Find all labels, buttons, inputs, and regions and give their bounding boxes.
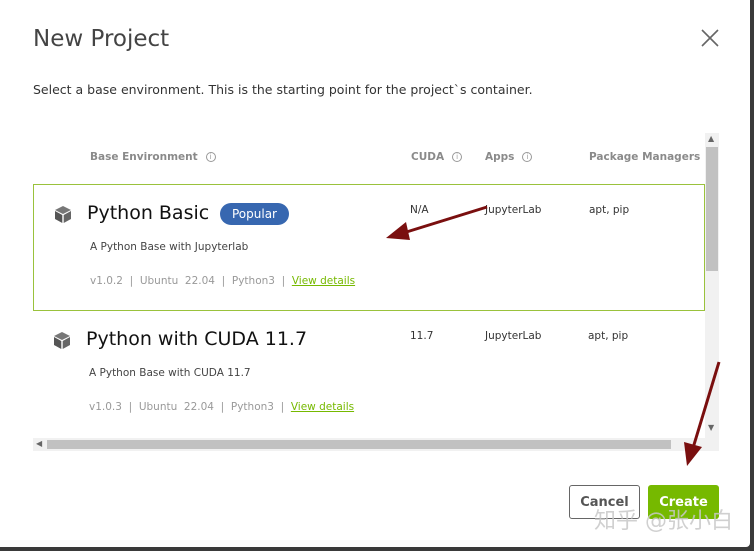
scroll-down-icon[interactable]: ▼: [708, 423, 714, 432]
scroll-up-icon[interactable]: ▲: [708, 134, 714, 143]
popular-badge: Popular: [220, 203, 289, 225]
dialog-subtitle: Select a base environment. This is the s…: [33, 82, 533, 97]
header-package-managers: Package Managers: [589, 151, 701, 163]
new-project-dialog: New Project Select a base environment. T…: [0, 0, 750, 547]
header-label: Apps: [485, 151, 515, 163]
cube-icon: [54, 332, 70, 349]
environment-description: A Python Base with CUDA 11.7: [89, 367, 251, 379]
environment-meta: v1.0.2 | Ubuntu 22.04 | Python3 | View d…: [90, 275, 355, 287]
cuda-value: 11.7: [410, 330, 434, 342]
table-row-python-cuda[interactable]: Python with CUDA 11.7 A Python Base with…: [33, 311, 705, 437]
apps-value: JupyterLab: [485, 204, 542, 216]
view-details-link[interactable]: View details: [292, 275, 355, 287]
apps-value: JupyterLab: [485, 330, 542, 342]
header-apps: Apps i: [485, 151, 533, 163]
environment-meta: v1.0.3 | Ubuntu 22.04 | Python3 | View d…: [89, 401, 354, 413]
horizontal-scrollbar[interactable]: ◀: [33, 438, 719, 451]
header-cuda: CUDA i: [411, 151, 463, 163]
vertical-scroll-thumb[interactable]: [706, 147, 718, 271]
table-row-python-basic[interactable]: Python Basic Popular A Python Base with …: [33, 184, 705, 311]
cuda-value: N/A: [410, 204, 429, 216]
info-icon[interactable]: i: [452, 152, 463, 162]
header-label: CUDA: [411, 151, 445, 163]
info-icon[interactable]: i: [522, 152, 533, 162]
meta-text: v1.0.2 | Ubuntu 22.04 | Python3 |: [90, 275, 292, 287]
close-icon[interactable]: [698, 26, 722, 50]
package-managers-value: apt, pip: [589, 204, 630, 216]
dialog-title: New Project: [33, 26, 170, 52]
header-label: Base Environment: [90, 151, 198, 163]
environment-name: Python Basic: [87, 202, 210, 224]
vertical-scrollbar[interactable]: ▲ ▼: [705, 133, 719, 438]
environment-name: Python with CUDA 11.7: [86, 328, 308, 350]
package-managers-value: apt, pip: [588, 330, 629, 342]
cube-icon: [55, 206, 71, 223]
environment-description: A Python Base with Jupyterlab: [90, 241, 249, 253]
info-icon[interactable]: i: [205, 152, 216, 162]
scroll-left-icon[interactable]: ◀: [36, 439, 42, 448]
watermark: 知乎 @张小白: [594, 509, 733, 534]
header-base-environment: Base Environment i: [90, 151, 216, 163]
view-details-link[interactable]: View details: [291, 401, 354, 413]
horizontal-scroll-thumb[interactable]: [47, 440, 671, 449]
environment-table: Base Environment i CUDA i Apps i Package Ma…: [33, 133, 719, 451]
meta-text: v1.0.3 | Ubuntu 22.04 | Python3 |: [89, 401, 291, 413]
